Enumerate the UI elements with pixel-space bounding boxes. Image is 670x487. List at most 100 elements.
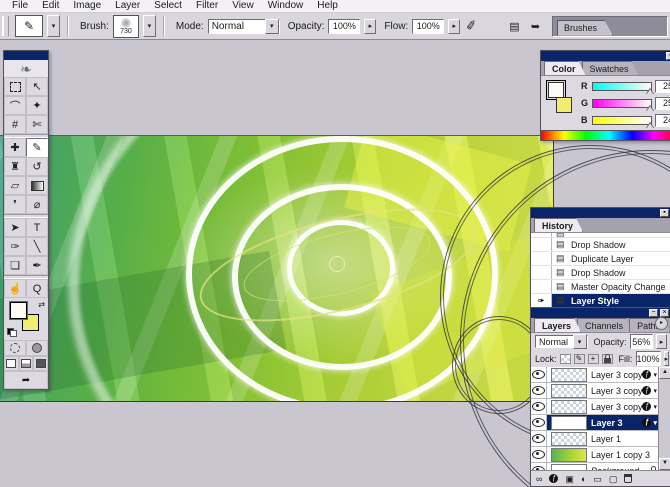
menu-image[interactable]: Image <box>66 0 108 12</box>
tool-eyedropper[interactable]: ✒ <box>26 256 48 275</box>
tool-line[interactable]: ╲ <box>26 237 48 256</box>
menu-filter[interactable]: Filter <box>189 0 225 12</box>
standard-screen-button[interactable] <box>4 356 19 371</box>
visibility-toggle[interactable] <box>531 415 547 430</box>
scroll-down-icon[interactable]: ▼ <box>659 458 670 470</box>
history-row[interactable]: ▤ Master Opacity Change <box>531 280 670 294</box>
layer-style-icon[interactable]: ƒ <box>642 370 651 379</box>
visibility-toggle[interactable] <box>531 383 547 398</box>
tool-slice[interactable]: ✄ <box>26 115 48 134</box>
style-expand-icon[interactable]: ▾ <box>653 419 657 427</box>
opacity-spinner-icon[interactable]: ▸ <box>364 19 376 34</box>
panel-close-icon[interactable]: ▪ <box>660 209 669 217</box>
tool-preset-dropdown-icon[interactable]: ▾ <box>47 15 60 37</box>
swap-colors-icon[interactable]: ⇄ <box>38 300 45 309</box>
tab-history[interactable]: History <box>534 218 583 232</box>
menu-help[interactable]: Help <box>310 0 345 12</box>
file-browser-icon[interactable]: ➥ <box>527 18 544 35</box>
toolbox-header[interactable]: ❧ <box>4 51 48 77</box>
layer-thumbnail[interactable] <box>551 416 587 430</box>
green-slider[interactable] <box>592 99 652 108</box>
layer-row[interactable]: Layer 1 copy 3 <box>531 447 659 463</box>
history-row-selected[interactable]: ✑ ▤ Layer Style <box>531 294 670 308</box>
history-panel-titlebar[interactable]: ▪ <box>531 208 670 218</box>
tool-move[interactable]: ↖ <box>26 77 48 96</box>
background-color-swatch[interactable] <box>556 97 572 113</box>
tab-color[interactable]: Color <box>544 61 586 75</box>
menu-edit[interactable]: Edit <box>35 0 66 12</box>
tool-hand[interactable]: ☝ <box>4 279 26 298</box>
scroll-up-icon[interactable]: ▲ <box>659 367 670 379</box>
layer-thumbnail[interactable] <box>551 432 587 446</box>
standard-mode-button[interactable] <box>4 340 26 356</box>
tool-notes[interactable]: ❏ <box>4 256 26 275</box>
layer-row[interactable]: Layer 3 copy 2 ƒ▾ <box>531 399 659 415</box>
close-icon[interactable]: × <box>660 309 669 317</box>
tool-gradient[interactable] <box>26 176 48 195</box>
slider-thumb-icon[interactable] <box>646 106 654 112</box>
tool-rectangular-marquee[interactable] <box>4 77 26 96</box>
history-row[interactable]: ▤ Drop Shadow <box>531 266 670 280</box>
tool-path-selection[interactable]: ➤ <box>4 218 26 237</box>
visibility-toggle[interactable] <box>531 447 547 462</box>
quick-mask-button[interactable] <box>26 340 48 356</box>
layer-thumbnail[interactable] <box>551 384 587 398</box>
foreground-color-swatch[interactable] <box>548 82 564 98</box>
color-spectrum-bar[interactable] <box>541 130 670 140</box>
layer-row-background[interactable]: Background <box>531 463 659 470</box>
menu-view[interactable]: View <box>225 0 261 12</box>
link-layers-icon[interactable]: ∞ <box>536 474 542 484</box>
history-row[interactable]: ▤ Drop Shadow <box>531 238 670 252</box>
layer-style-icon[interactable]: ƒ <box>642 402 651 411</box>
red-value-input[interactable]: 253 <box>655 80 670 93</box>
layer-style-icon[interactable]: ƒ <box>642 386 651 395</box>
history-source-cell[interactable] <box>531 238 552 251</box>
tool-magic-wand[interactable]: ✦ <box>26 96 48 115</box>
layer-row-selected[interactable]: Layer 3 ƒ▾ <box>531 415 659 431</box>
fullscreen-menubar-button[interactable] <box>19 356 34 371</box>
default-colors-icon[interactable] <box>7 328 17 337</box>
layer-row[interactable]: Layer 3 copy 3 ƒ▾ <box>531 383 659 399</box>
green-value-input[interactable]: 252 <box>655 97 670 110</box>
visibility-toggle[interactable] <box>531 463 547 470</box>
fill-spinner-icon[interactable]: ▸ <box>664 351 670 366</box>
tool-brush[interactable]: ✎ <box>26 138 48 157</box>
new-layer-icon[interactable]: ▢ <box>609 474 618 484</box>
blend-mode-select[interactable]: Normal ▾ <box>535 335 588 348</box>
layer-style-icon[interactable]: ƒ <box>642 418 651 427</box>
menu-file[interactable]: File <box>5 0 35 12</box>
tool-healing-brush[interactable]: ✚ <box>4 138 26 157</box>
panel-close-icon[interactable]: ▪ <box>666 52 670 60</box>
add-layer-style-icon[interactable]: ƒ <box>549 474 558 483</box>
flow-input[interactable]: 100% <box>412 19 444 34</box>
layer-opacity-input[interactable]: 56% <box>630 334 654 349</box>
new-layer-set-icon[interactable]: ▭ <box>593 474 602 484</box>
history-source-cell[interactable] <box>531 266 552 279</box>
layer-thumbnail[interactable] <box>551 400 587 414</box>
new-adjustment-layer-icon[interactable]: ◐ <box>581 474 586 484</box>
brush-preview[interactable]: 730 <box>113 15 139 38</box>
slider-thumb-icon[interactable] <box>646 123 654 129</box>
tool-blur[interactable]: ❜ <box>4 195 26 214</box>
tab-swatches[interactable]: Swatches <box>582 61 639 75</box>
menu-select[interactable]: Select <box>147 0 189 12</box>
lock-all-icon[interactable] <box>602 354 613 364</box>
tool-dodge[interactable]: ⌀ <box>26 195 48 214</box>
tool-pen[interactable]: ✑ <box>4 237 26 256</box>
red-slider[interactable] <box>592 82 652 91</box>
fill-input[interactable]: 100% <box>636 351 661 366</box>
lock-paint-icon[interactable]: ✎ <box>574 354 585 364</box>
style-expand-icon[interactable]: ▾ <box>653 387 657 395</box>
canvas-image[interactable] <box>0 135 554 402</box>
lock-position-icon[interactable]: + <box>588 354 599 364</box>
tool-history-brush[interactable]: ↺ <box>26 157 48 176</box>
tool-crop[interactable]: # <box>4 115 26 134</box>
history-source-cell[interactable] <box>531 252 552 265</box>
history-source-cell[interactable] <box>531 280 552 293</box>
tool-zoom[interactable]: Q <box>26 279 48 298</box>
fullscreen-button[interactable] <box>33 356 48 371</box>
history-brush-source-icon[interactable]: ✑ <box>531 294 552 307</box>
color-panel-titlebar[interactable]: ▪ <box>541 51 670 61</box>
blue-slider[interactable] <box>592 116 652 125</box>
flow-spinner-icon[interactable]: ▸ <box>448 19 460 34</box>
